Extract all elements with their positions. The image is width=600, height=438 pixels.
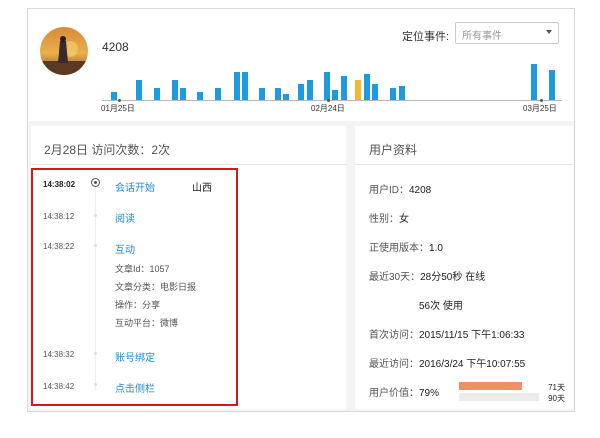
activity-bar[interactable] [298,84,304,100]
highlight-box [31,168,238,406]
value-bar-label: 90天 [548,394,565,403]
activity-bar[interactable] [215,88,221,100]
locate-event-label: 定位事件: [402,31,450,43]
activity-bar[interactable] [197,92,203,100]
activity-bar[interactable] [259,88,265,100]
activity-bar[interactable] [399,86,405,100]
activity-bar[interactable] [136,80,142,100]
activity-bar[interactable] [390,88,396,100]
activity-bar[interactable] [531,64,537,100]
activity-bar[interactable] [372,84,378,100]
profile-label: 首次访问： [369,330,419,341]
profile-gender: 性别：女 [369,210,409,225]
profile-label: 最近30天： [369,272,421,283]
chart-date-label: 01月25日 [101,104,135,113]
activity-bar[interactable] [242,72,248,100]
activity-bar[interactable] [275,88,281,100]
profile-label: 用户ID： [369,185,409,196]
profile-value: 56次 使用 [419,301,463,312]
profile-user-value: 用户价值：79% [369,384,439,399]
profile-label: 用户价值： [369,388,419,399]
avatar [40,27,88,75]
activity-bar[interactable] [111,92,117,100]
profile-label: 正使用版本： [369,243,429,254]
profile-last30-uses: 56次 使用 [419,297,463,312]
value-bar-label: 71天 [548,383,565,392]
activity-bar-chart [111,64,555,100]
chevron-down-icon [546,30,552,34]
profile-first-visit: 首次访问：2015/11/15 下午1:06:33 [369,326,524,341]
chart-tick [118,99,121,102]
event-filter-select[interactable]: 所有事件 [455,22,559,44]
profile-value: 2015/11/15 下午1:06:33 [419,330,525,341]
divider [31,164,346,165]
value-bar-track [459,393,539,401]
profile-value: 79% [419,388,440,399]
profile-last30: 最近30天：28分50秒 在线 [369,268,485,283]
user-id-title: 4208 [102,40,129,54]
profile-value: 2016/3/24 下午10:07:55 [419,359,526,370]
profile-user-id: 用户ID：4208 [369,181,431,196]
profile-value: 1.0 [429,243,443,254]
profile-value: 女 [399,214,409,225]
activity-bar[interactable] [364,74,370,100]
profile-value: 4208 [409,185,432,196]
activity-bar[interactable] [332,90,338,100]
divider [355,164,573,165]
activity-bar[interactable] [341,76,347,100]
chart-tick [540,99,543,102]
profile-title: 用户资料 [369,143,418,157]
profile-label: 最近访问： [369,359,419,370]
activity-bar[interactable] [324,72,330,100]
profile-label: 性别： [369,214,399,225]
select-value: 所有事件 [462,31,502,42]
profile-last-visit: 最近访问：2016/3/24 下午10:07:55 [369,355,525,370]
profile-value: 28分50秒 在线 [420,272,486,283]
activity-bar[interactable] [172,80,178,100]
activity-bar[interactable] [549,70,555,100]
activity-bar[interactable] [234,72,240,100]
activity-bar[interactable] [180,88,186,100]
chart-tick [327,99,330,102]
value-bar-fill [459,382,522,390]
chart-baseline [102,100,562,101]
activity-bar[interactable] [307,80,313,100]
visit-title: 2月28日 访问次数：2次 [44,143,171,157]
chart-date-label: 03月25日 [523,104,557,113]
profile-version: 正使用版本：1.0 [369,239,443,254]
chart-date-label: 02月24日 [311,104,345,113]
activity-bar[interactable] [154,88,160,100]
activity-bar[interactable] [355,80,361,100]
